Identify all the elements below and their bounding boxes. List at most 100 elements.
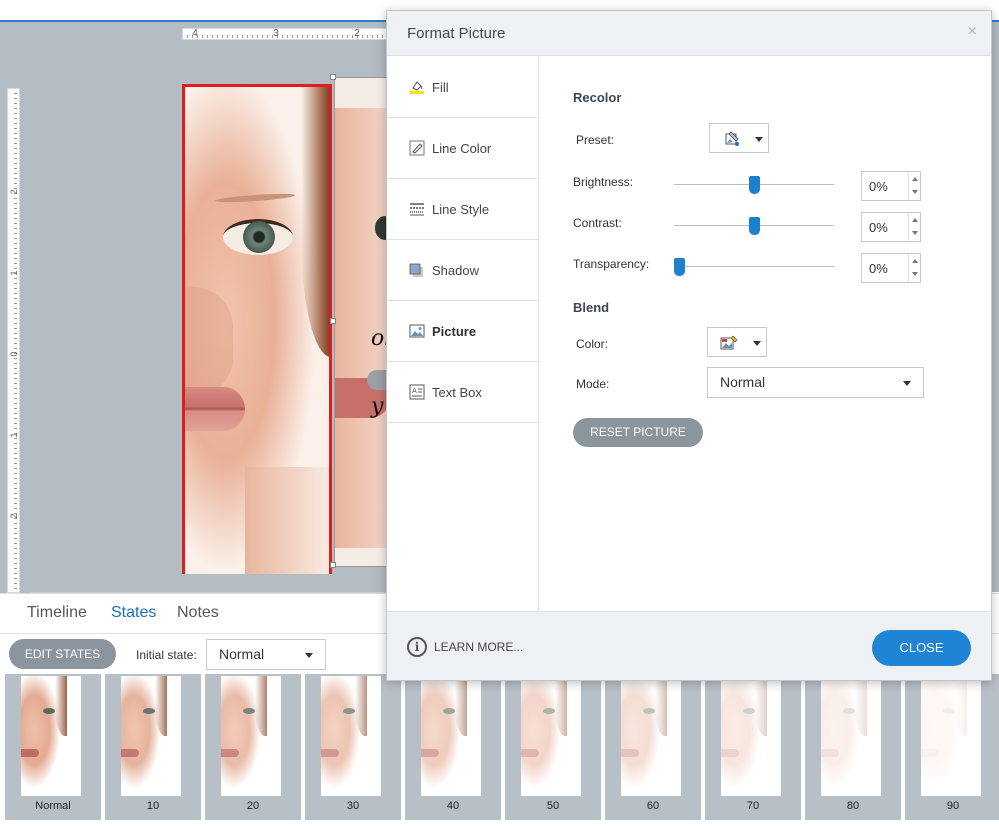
state-thumbnail[interactable]: 60: [605, 674, 701, 820]
ruler-tick: [14, 298, 17, 299]
initial-state-select[interactable]: Normal: [206, 639, 326, 670]
brightness-spinner[interactable]: 0%: [861, 171, 921, 201]
ruler-tick: [14, 328, 17, 329]
state-thumbnail-label: Normal: [35, 800, 71, 812]
info-icon[interactable]: i: [407, 637, 427, 657]
nav-item-picture[interactable]: Picture: [387, 301, 539, 362]
resize-handle[interactable]: [330, 318, 336, 324]
line-style-icon: [410, 203, 424, 216]
second-picture[interactable]: ol y: [334, 77, 394, 567]
learn-more-link[interactable]: LEARN MORE...: [434, 640, 523, 654]
ruler-tick: [14, 478, 17, 479]
state-thumbnail[interactable]: Normal: [5, 674, 101, 820]
reset-picture-button[interactable]: RESET PICTURE: [573, 418, 703, 447]
tab-timeline[interactable]: Timeline: [27, 604, 87, 622]
ruler-number: 1: [9, 432, 19, 438]
state-thumbnail-label: 60: [646, 800, 660, 812]
state-thumbnail[interactable]: 80: [805, 674, 901, 820]
nav-item-line-color[interactable]: Line Color: [387, 118, 539, 179]
close-button[interactable]: CLOSE: [872, 630, 971, 666]
ruler-tick: [14, 378, 17, 379]
nav-item-label: Line Color: [432, 141, 492, 156]
ruler-tick: [14, 248, 17, 249]
spin-down-icon[interactable]: [912, 231, 918, 235]
spinner-buttons[interactable]: [908, 254, 920, 282]
dialog-header: Format Picture ×: [387, 11, 991, 56]
close-icon[interactable]: ×: [968, 23, 977, 41]
state-thumbnail-image: [121, 676, 181, 796]
neck-shading: [245, 467, 329, 574]
spin-up-icon[interactable]: [912, 218, 918, 222]
ruler-tick: [282, 35, 283, 38]
state-thumbnail[interactable]: 20: [205, 674, 301, 820]
contrast-spinner[interactable]: 0%: [861, 212, 921, 242]
contrast-slider[interactable]: [674, 217, 834, 235]
blend-color-dropdown[interactable]: [707, 327, 767, 357]
tab-notes[interactable]: Notes: [177, 604, 219, 622]
transparency-spinner[interactable]: 0%: [861, 253, 921, 283]
spinner-buttons[interactable]: [908, 213, 920, 241]
ruler-tick: [342, 35, 343, 38]
resize-handle[interactable]: [330, 74, 336, 80]
resize-handle[interactable]: [330, 562, 336, 568]
recolor-preset-icon: [725, 131, 739, 146]
slider-thumb[interactable]: [749, 176, 760, 194]
ruler-tick: [14, 538, 17, 539]
state-thumbnail[interactable]: 10: [105, 674, 201, 820]
slider-thumb[interactable]: [749, 217, 760, 235]
state-thumbnail[interactable]: 50: [505, 674, 601, 820]
transparency-slider[interactable]: [673, 258, 834, 276]
state-thumbnail[interactable]: 90: [905, 674, 999, 820]
ruler-tick: [14, 103, 17, 104]
blend-mode-label: Mode:: [576, 377, 610, 391]
ruler-tick: [14, 178, 17, 179]
nav-item-fill[interactable]: Fill: [387, 57, 539, 118]
brightness-value[interactable]: 0%: [869, 179, 888, 194]
ruler-tick: [14, 333, 17, 334]
state-thumbnail[interactable]: 40: [405, 674, 501, 820]
spin-down-icon[interactable]: [912, 190, 918, 194]
thumbnail-fade: [321, 676, 381, 796]
ruler-tick: [382, 35, 383, 38]
ruler-tick: [14, 153, 17, 154]
ruler-tick: [14, 553, 17, 554]
nav-item-text-box[interactable]: A Text Box: [387, 362, 539, 423]
ruler-tick: [307, 35, 308, 38]
brightness-slider[interactable]: [674, 176, 834, 194]
state-thumbnail-label: 50: [546, 800, 560, 812]
contrast-value[interactable]: 0%: [869, 220, 888, 235]
state-thumbnails: Normal 10 20 30 40 50 60 70 80 90: [0, 674, 999, 826]
transparency-value[interactable]: 0%: [869, 261, 888, 276]
spin-up-icon[interactable]: [912, 177, 918, 181]
nav-item-line-style[interactable]: Line Style: [387, 179, 539, 240]
ruler-tick: [14, 148, 17, 149]
tab-states[interactable]: States: [111, 604, 156, 622]
ruler-tick: [14, 293, 17, 294]
ruler-number: 2: [9, 189, 19, 195]
edit-states-button[interactable]: EDIT STATES: [9, 639, 116, 669]
selected-picture[interactable]: [182, 84, 332, 574]
ruler-tick: [14, 183, 17, 184]
ruler-tick: [14, 173, 17, 174]
spinner-buttons[interactable]: [908, 172, 920, 200]
ruler-tick: [14, 338, 17, 339]
state-thumbnail[interactable]: 30: [305, 674, 401, 820]
spin-up-icon[interactable]: [912, 259, 918, 263]
spin-down-icon[interactable]: [912, 272, 918, 276]
preset-dropdown[interactable]: [709, 123, 769, 153]
state-thumbnail-label: 90: [946, 800, 960, 812]
ruler-tick: [14, 233, 17, 234]
thumbnail-fade: [921, 676, 981, 796]
nav-item-shadow[interactable]: Shadow: [387, 240, 539, 301]
ruler-tick: [14, 263, 17, 264]
state-thumbnail[interactable]: 70: [705, 674, 801, 820]
ruler-tick: [377, 35, 378, 38]
lips: [185, 387, 245, 431]
ruler-tick: [14, 528, 17, 529]
blend-mode-value: Normal: [720, 374, 766, 390]
slider-thumb[interactable]: [673, 258, 685, 276]
ruler-tick: [262, 35, 263, 38]
ruler-tick: [14, 118, 17, 119]
blend-mode-select[interactable]: Normal: [707, 367, 924, 398]
ruler-tick: [14, 408, 17, 409]
